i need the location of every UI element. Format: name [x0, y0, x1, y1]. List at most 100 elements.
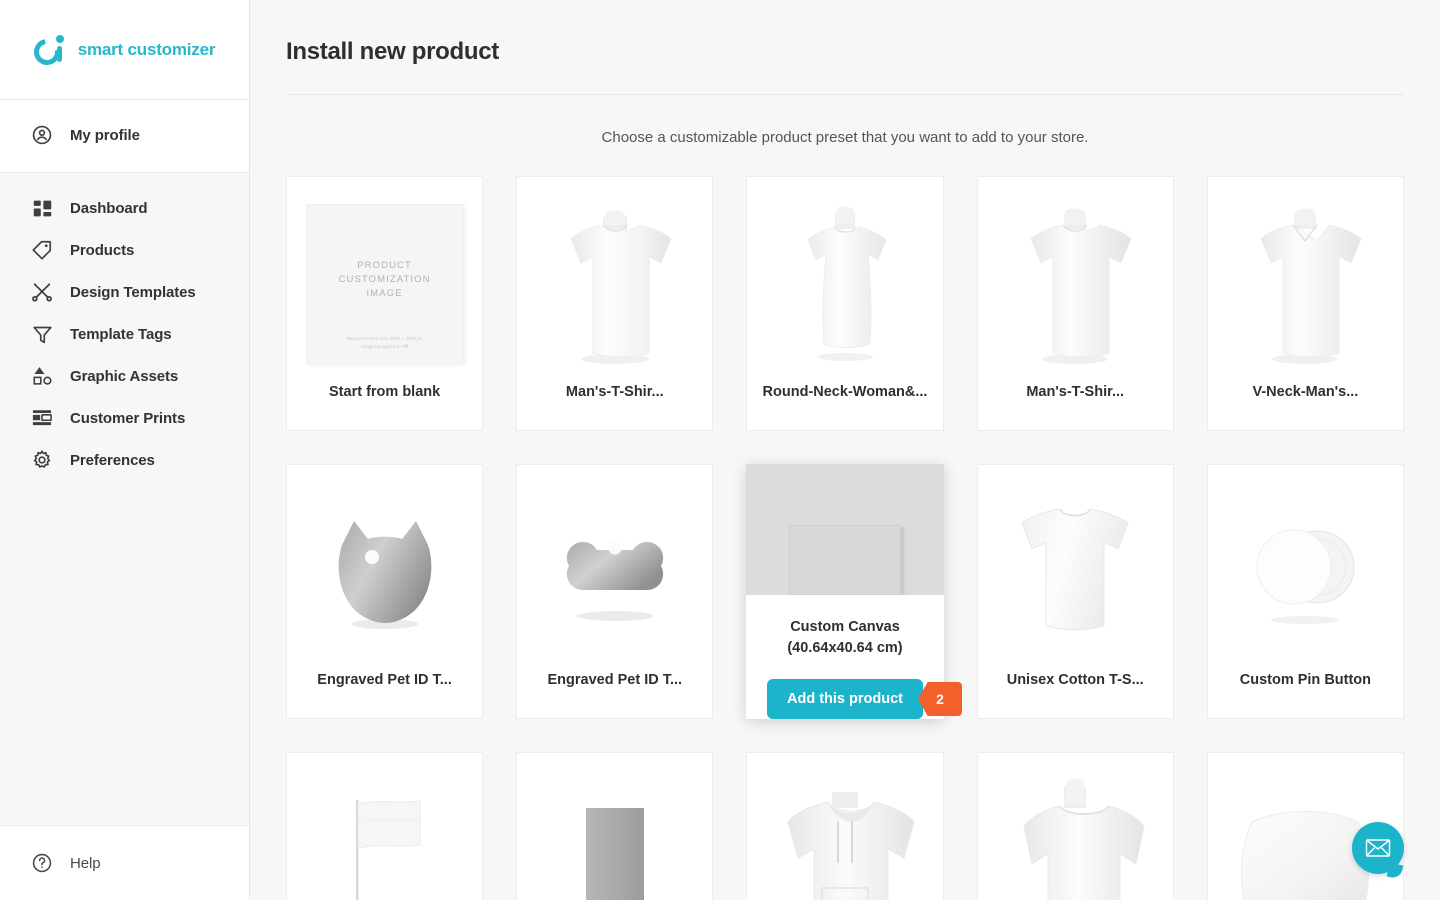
- womens-tshirt-mockup-icon: [807, 206, 887, 361]
- tshirt-mockup-icon: [1030, 208, 1132, 364]
- hoodie-mockup-icon: [787, 791, 915, 900]
- brand-logo[interactable]: smart customizer: [0, 0, 249, 100]
- funnel-icon: [30, 322, 54, 346]
- card-media: [287, 465, 482, 672]
- envelope-icon: [1365, 839, 1391, 857]
- sidebar-profile-section: My profile: [0, 100, 249, 173]
- product-card-vneck-mans[interactable]: V-Neck-Man's...: [1206, 176, 1404, 431]
- product-card-hoodie[interactable]: [746, 752, 944, 900]
- blank-placeholder-image: PRODUCT CUSTOMIZATION IMAGE Recommended …: [305, 203, 464, 364]
- sidebar-item-label: Help: [70, 854, 101, 872]
- cat-pet-tag-icon: [338, 520, 431, 629]
- product-card-custom-pin-button[interactable]: Custom Pin Button: [1206, 464, 1404, 719]
- card-media: [746, 464, 944, 595]
- tag-icon: [30, 238, 54, 262]
- card-media: [747, 177, 942, 384]
- sidebar-item-dashboard[interactable]: Dashboard: [0, 187, 249, 229]
- tshirt-mockup-icon: [570, 210, 672, 364]
- sidebar-item-label: My profile: [70, 126, 140, 144]
- product-card-mans-tshirt-2[interactable]: Man's-T-Shir...: [976, 176, 1174, 431]
- product-card-label: Man's-T-Shir...: [1026, 384, 1125, 400]
- add-this-product-button[interactable]: Add this product: [766, 679, 923, 719]
- banner-mockup-icon: [585, 807, 644, 900]
- sidebar-item-label: Graphic Assets: [70, 367, 179, 385]
- sidebar-item-label: Products: [70, 241, 135, 259]
- product-card-custom-canvas-active[interactable]: Custom Canvas (40.64x40.64 cm) Add this …: [746, 464, 962, 719]
- main-content: Install new product Choose a customizabl…: [250, 0, 1440, 900]
- dashboard-grid-icon: [30, 196, 54, 220]
- sidebar-item-label: Template Tags: [70, 325, 172, 343]
- brand-name: smart customizer: [77, 39, 216, 59]
- product-card-label: Engraved Pet ID T...: [547, 672, 683, 688]
- card-media: [1208, 177, 1403, 384]
- design-tools-icon: [30, 280, 54, 304]
- card-media: [978, 753, 1173, 900]
- add-product-row: Add this product 2: [766, 679, 962, 719]
- sidebar-item-products[interactable]: Products: [0, 229, 249, 271]
- active-card-panel: Custom Canvas (40.64x40.64 cm) Add this …: [746, 595, 962, 719]
- flat-tshirt-mockup-icon: [1021, 507, 1129, 630]
- card-media: [287, 753, 482, 900]
- product-grid: PRODUCT CUSTOMIZATION IMAGE Recommended …: [286, 176, 1404, 900]
- product-card-sweatshirt[interactable]: [976, 752, 1174, 900]
- product-card-start-from-blank[interactable]: PRODUCT CUSTOMIZATION IMAGE Recommended …: [286, 176, 484, 431]
- sidebar-item-preferences[interactable]: Preferences: [0, 439, 249, 481]
- active-card-title-line-2: (40.64x40.64 cm): [787, 640, 903, 656]
- canvas-mockup-icon: [788, 525, 901, 595]
- sidebar-item-design-templates[interactable]: Design Templates: [0, 271, 249, 313]
- card-media: [517, 177, 712, 384]
- product-card-label: Start from blank: [329, 384, 441, 400]
- card-media: [978, 177, 1173, 384]
- sidebar-help-section: Help: [0, 826, 249, 900]
- product-card-engraved-pet-id-tag-cat[interactable]: Engraved Pet ID T...: [286, 464, 484, 719]
- card-media: [1208, 465, 1403, 672]
- product-card-flag[interactable]: [286, 752, 484, 900]
- product-count-badge: 2: [917, 682, 962, 716]
- product-card-round-neck-woman[interactable]: Round-Neck-Woman&...: [746, 176, 944, 431]
- product-card-mans-tshirt-1[interactable]: Man's-T-Shir...: [516, 176, 714, 431]
- sidebar-item-customer-prints[interactable]: Customer Prints: [0, 397, 249, 439]
- gear-icon: [30, 448, 54, 472]
- placeholder-note-2: Image background: #fff: [361, 343, 408, 349]
- product-card-label: V-Neck-Man's...: [1252, 384, 1359, 400]
- product-card-banner[interactable]: [516, 752, 714, 900]
- card-media: [517, 465, 712, 672]
- user-circle-icon: [30, 123, 54, 147]
- smart-customizer-logo-icon: [28, 33, 68, 70]
- sidebar-item-graphic-assets[interactable]: Graphic Assets: [0, 355, 249, 397]
- product-card-label: Unisex Cotton T-S...: [1006, 672, 1144, 688]
- page-title: Install new product: [286, 38, 499, 65]
- sidebar-main-section: Dashboard Products Design Templates Temp…: [0, 173, 249, 826]
- pin-button-mockup-icon: [1256, 529, 1355, 624]
- card-media: [747, 753, 942, 900]
- product-card-unisex-cotton-tshirt[interactable]: Unisex Cotton T-S...: [976, 464, 1174, 719]
- sidebar: smart customizer My profile Dashboard Pr…: [0, 0, 250, 900]
- product-card-label: Man's-T-Shir...: [565, 384, 664, 400]
- product-card-engraved-pet-id-tag-bone[interactable]: Engraved Pet ID T...: [516, 464, 714, 719]
- product-card-label: Custom Pin Button: [1239, 672, 1372, 688]
- sidebar-item-label: Preferences: [70, 451, 155, 469]
- chat-support-button[interactable]: [1352, 822, 1404, 874]
- placeholder-note-1: Recommended size: 2000 × 2000 px: [347, 335, 423, 341]
- placeholder-line-2: CUSTOMIZATION: [338, 273, 431, 285]
- product-card-label: Engraved Pet ID T...: [317, 672, 452, 688]
- sidebar-item-label: Design Templates: [70, 283, 196, 301]
- sidebar-item-template-tags[interactable]: Template Tags: [0, 313, 249, 355]
- vneck-tshirt-mockup-icon: [1260, 208, 1362, 364]
- shapes-icon: [30, 364, 54, 388]
- product-card-label: Round-Neck-Woman&...: [762, 384, 928, 400]
- sweatshirt-mockup-icon: [1023, 778, 1145, 900]
- app-root: smart customizer My profile Dashboard Pr…: [0, 0, 1440, 900]
- sidebar-item-my-profile[interactable]: My profile: [0, 114, 249, 156]
- question-circle-icon: [30, 851, 54, 875]
- bone-pet-tag-icon: [566, 541, 663, 621]
- card-media: [978, 465, 1173, 672]
- flag-mockup-icon: [355, 799, 421, 900]
- print-layers-icon: [30, 406, 54, 430]
- placeholder-line-1: PRODUCT: [357, 259, 412, 271]
- placeholder-line-3: IMAGE: [366, 287, 403, 299]
- sidebar-item-label: Customer Prints: [70, 409, 186, 427]
- sidebar-item-help[interactable]: Help: [0, 842, 249, 884]
- active-card-title-line-1: Custom Canvas: [790, 619, 900, 635]
- card-media: PRODUCT CUSTOMIZATION IMAGE Recommended …: [287, 177, 482, 384]
